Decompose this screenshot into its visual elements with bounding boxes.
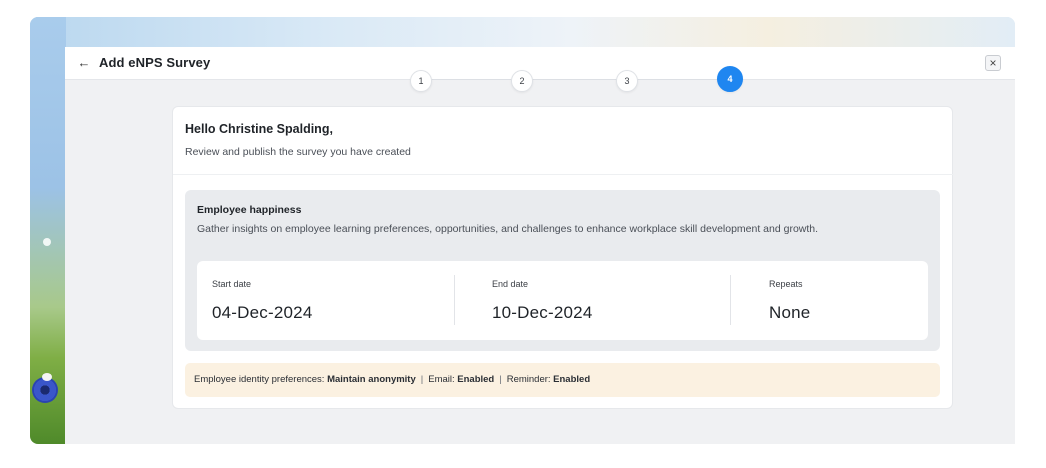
bee-icon	[42, 373, 52, 381]
reminder-value: Enabled	[553, 374, 591, 385]
identity-label: Employee identity preferences:	[194, 374, 328, 385]
background-meadow-art	[30, 17, 66, 444]
reminder-label: Reminder:	[506, 374, 554, 385]
end-date-label: End date	[492, 279, 529, 289]
repeats-value: None	[769, 303, 811, 322]
email-label: Email:	[428, 374, 458, 385]
column-divider	[730, 275, 731, 325]
end-date-value: 10-Dec-2024	[492, 303, 593, 322]
divider	[173, 174, 954, 175]
schedule-summary: Start date 04-Dec-2024 End date 10-Dec-2…	[197, 261, 928, 340]
stepper-line	[430, 79, 730, 80]
sun-icon	[43, 238, 51, 246]
greeting-heading: Hello Christine Spalding,	[185, 122, 333, 136]
step-2[interactable]: 2	[511, 70, 533, 92]
step-3[interactable]: 3	[616, 70, 638, 92]
step-4-active[interactable]: 4	[717, 66, 743, 92]
survey-summary: Employee happiness Gather insights on em…	[185, 190, 940, 351]
repeats-label: Repeats	[769, 279, 803, 289]
start-date-value: 04-Dec-2024	[212, 303, 313, 322]
separator: |	[420, 374, 424, 385]
separator: |	[499, 374, 502, 385]
review-instructions: Review and publish the survey you have c…	[185, 146, 411, 158]
survey-title: Employee happiness	[197, 204, 302, 216]
start-date-label: Start date	[212, 279, 252, 289]
review-card: Hello Christine Spalding, Review and pub…	[172, 106, 954, 409]
survey-modal: ← Add eNPS Survey × 1 2 3 4 Hello Christ…	[65, 47, 1015, 444]
preferences-bar: Employee identity preferences: Maintain …	[185, 363, 940, 397]
progress-stepper: 1 2 3 4	[65, 47, 1015, 107]
identity-value: Maintain anonymity	[327, 374, 416, 385]
step-1[interactable]: 1	[410, 70, 432, 92]
email-value: Enabled	[457, 374, 495, 385]
survey-description: Gather insights on employee learning pre…	[197, 223, 819, 235]
column-divider	[454, 275, 455, 325]
